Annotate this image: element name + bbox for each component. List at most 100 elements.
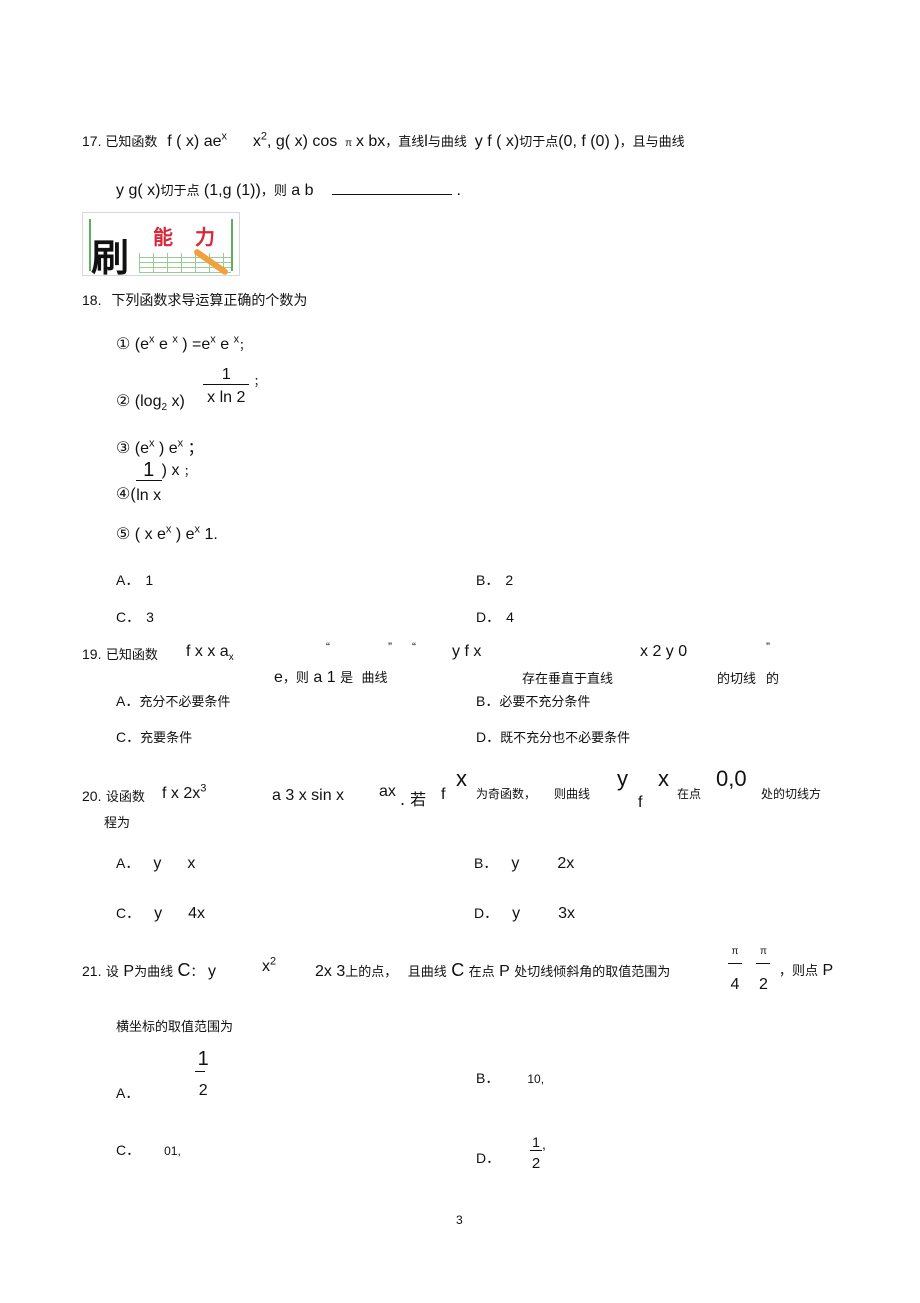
math: x — [658, 766, 669, 791]
q21-option-b[interactable]: B． 10, — [476, 1068, 544, 1088]
fraction-bar — [728, 963, 742, 964]
math: P — [123, 963, 135, 980]
text: ： — [190, 965, 204, 980]
item-mark: ③ — [116, 440, 131, 457]
option-text: 01, — [164, 1144, 181, 1158]
period: . — [456, 182, 461, 199]
answer-blank[interactable] — [332, 180, 452, 195]
denominator: x ln 2 — [207, 389, 246, 406]
option-label: D． — [476, 609, 501, 625]
text: 已知函数 — [105, 648, 158, 663]
option-text: 既不充分也不必要条件 — [500, 731, 631, 746]
math-sub: x — [228, 652, 234, 664]
option-label: D． — [476, 729, 501, 745]
fraction-bar — [195, 1071, 206, 1072]
q18-option-b[interactable]: B． 2 — [476, 570, 513, 590]
text: 是 — [340, 671, 354, 686]
fraction: 1 ln x — [135, 460, 162, 505]
question-number: 18. — [82, 292, 102, 308]
option-text: 必要不充分条件 — [499, 695, 591, 710]
question-21-line-1b: 2x 3上的点， 且曲线 C 在点 P 处切线倾斜角的取值范围为 — [315, 960, 670, 981]
q20-option-b[interactable]: B． y 2x — [474, 853, 574, 873]
math: f ( x) ae — [167, 133, 222, 150]
numerator: 1 — [532, 1134, 540, 1150]
denominator: 2 — [198, 1082, 208, 1099]
math: y f x — [452, 643, 482, 660]
math: y g( x) — [116, 182, 161, 199]
q21-option-a[interactable]: A． 1 2 — [116, 1048, 211, 1101]
q19-option-a[interactable]: A．充分不必要条件 — [116, 691, 230, 711]
math: P — [499, 963, 510, 980]
q18-option-a[interactable]: A． 1 — [116, 570, 153, 590]
item-mark: ② — [116, 392, 131, 410]
text: 处的切线方 — [761, 787, 822, 801]
comma: , — [542, 1135, 546, 1152]
math: f — [638, 794, 643, 811]
math-sup: x — [221, 130, 228, 143]
q20-math-1: f x 2x3 — [162, 783, 206, 803]
quote: ” — [766, 640, 770, 654]
math: 4x — [188, 905, 206, 922]
question-number: 21. — [82, 963, 102, 979]
text: 的 — [766, 672, 780, 687]
math: ) =e — [177, 336, 211, 353]
math: (e — [134, 336, 150, 353]
math: f x 2x — [162, 785, 201, 802]
q18-option-c[interactable]: C． 3 — [116, 607, 154, 627]
fraction: 1 2 — [530, 1134, 543, 1172]
question-19-line-1: 19. 已知函数 — [82, 644, 158, 664]
fraction: 1 x ln 2 — [203, 366, 250, 407]
math: x bx — [355, 133, 386, 150]
math: ) e — [154, 440, 178, 457]
math: 1. — [200, 526, 218, 543]
q21-option-c[interactable]: C． 01, — [116, 1140, 181, 1160]
option-text: 充分不必要条件 — [139, 695, 231, 710]
math: ) x — [161, 461, 180, 479]
math: , g( x) cos — [267, 133, 338, 150]
q20-option-a[interactable]: A． y x — [116, 853, 195, 873]
fraction: π 2 — [756, 946, 771, 994]
math: 0,0 — [716, 766, 747, 791]
text: 与曲线 — [427, 135, 467, 150]
q21-x2: x2 — [262, 956, 276, 976]
q20-option-c[interactable]: C． y 4x — [116, 903, 205, 923]
math: x — [262, 958, 270, 975]
option-label: B． — [476, 572, 500, 588]
text: 下列函数求导运算正确的个数为 — [111, 293, 308, 309]
text: 设 — [105, 965, 119, 980]
math: x — [252, 133, 261, 150]
option-label: A． — [116, 572, 140, 588]
q18-option-d[interactable]: D． 4 — [476, 607, 514, 627]
q20-option-d[interactable]: D． y 3x — [474, 903, 575, 923]
fraction: π 4 — [728, 946, 742, 994]
math: 2x 3 — [315, 963, 346, 980]
text: 为奇函数， — [476, 787, 537, 801]
quote: ” — [388, 640, 392, 654]
fraction-bar — [530, 1150, 543, 1151]
quote: “ — [412, 640, 416, 654]
text: 已知函数 — [105, 135, 158, 150]
math: a 3 x sin x — [272, 787, 345, 804]
math: y — [153, 855, 162, 872]
text: 曲线 — [361, 671, 388, 686]
option-label: A． — [116, 1084, 140, 1101]
quote: “ — [326, 640, 330, 654]
fraction-bar — [756, 963, 771, 964]
math: (e — [134, 440, 150, 457]
option-label: D． — [476, 1149, 501, 1166]
math-sup: x — [177, 437, 184, 450]
q21-option-d[interactable]: D． 1 2 , — [476, 1134, 546, 1172]
numerator: π — [760, 946, 767, 957]
q19-option-b[interactable]: B．必要不充分条件 — [476, 691, 590, 711]
option-text: 3 — [146, 609, 154, 625]
option-text: 充要条件 — [140, 731, 193, 746]
question-18-stem: 18. 下列函数求导运算正确的个数为 — [82, 290, 307, 310]
math: f x x a — [186, 643, 229, 660]
text: 上的点， — [345, 965, 398, 980]
text: ，则 — [282, 671, 309, 686]
denominator: 2 — [531, 1155, 541, 1172]
q19-option-d[interactable]: D．既不充分也不必要条件 — [476, 727, 630, 747]
page-number: 3 — [456, 1213, 463, 1227]
math: (1,g (1)) — [203, 182, 261, 199]
q19-option-c[interactable]: C．充要条件 — [116, 727, 192, 747]
